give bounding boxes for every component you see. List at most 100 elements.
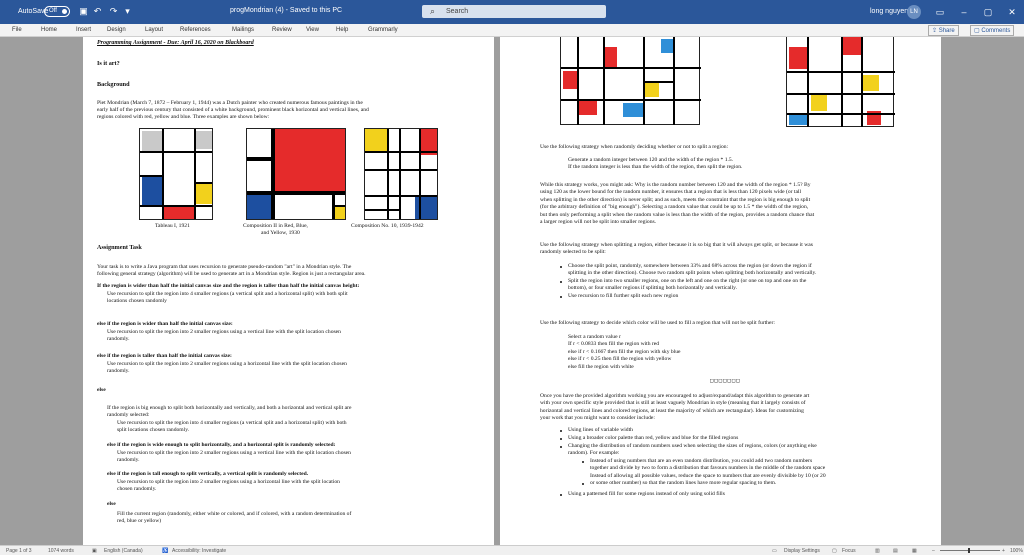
tab-home[interactable]: Home [41,27,57,33]
tab-mailings[interactable]: Mailings [232,27,254,33]
search-input[interactable]: ⌕ Search [422,5,606,18]
accessibility-icon[interactable]: ♿ [162,548,168,554]
document-area[interactable]: Programming Assignment - Due: April 16, … [0,37,1024,545]
caption-tableau: Tableau I, 1921 [155,223,190,229]
sub-bullet-text: or some other number) so that the random… [590,480,777,487]
bullet-icon [560,281,562,283]
display-settings[interactable]: Display Settings [784,548,820,554]
maximize-icon[interactable]: ▢ [980,4,996,20]
intro-line: Use the following strategy when splittin… [540,242,813,248]
page-1[interactable]: Programming Assignment - Due: April 16, … [83,37,494,545]
display-settings-icon[interactable]: ▭ [772,548,777,554]
algorithm-line: else if the region is wider than half th… [97,321,233,327]
algorithm-line: else if the region is wide enough to spl… [107,442,336,448]
background-line: regions colored with red, yellow and blu… [97,114,270,120]
bullet-icon [582,461,584,463]
redo-icon[interactable]: ↷ [108,6,119,17]
minimize-icon[interactable]: – [956,4,972,20]
document-title: progMondrian (4) - Saved to this PC [230,7,343,14]
autosave-toggle[interactable]: Off [44,6,70,17]
search-icon: ⌕ [430,6,436,16]
algorithm-line: randomly. [107,336,130,342]
tab-insert[interactable]: Insert [76,27,91,33]
bullet-text: Using a patterned fill for some regions … [568,491,725,497]
user-name[interactable]: long nguyen [870,8,908,15]
bullet-text: random). For example: [568,450,620,456]
color-code-line: else if r < 0.1667 then fill the region … [568,348,681,355]
focus-mode[interactable]: Focus [842,548,856,554]
customization-line: with your own specific style provided th… [540,400,806,407]
zoom-slider-handle[interactable] [968,548,970,553]
tab-review[interactable]: Review [272,27,292,33]
focus-icon[interactable]: ▢ [832,548,837,554]
caption-composition-ii-year: and Yellow, 1930 [261,230,300,236]
accessibility-status[interactable]: Accessibility: Investigate [172,548,226,554]
bullet-icon [582,483,584,485]
color-code-line: else if r < 0.25 then fill the region wi… [568,356,672,363]
mondrian-image-composition-ii [246,128,346,220]
proofing-icon[interactable]: ▣ [92,548,97,554]
algorithm-line: randomly. [117,457,140,463]
print-layout-icon[interactable]: ▤ [893,548,898,554]
bullet-text: bottom), or four smaller regions if spli… [568,285,737,291]
zoom-slider[interactable] [940,550,1000,551]
bullet-icon [560,430,562,432]
algorithm-line: randomly selected: [107,412,150,418]
bullet-text: splitting in the other direction). Choos… [568,270,817,276]
tab-grammarly[interactable]: Grammarly [368,27,398,33]
language-label[interactable]: English (Canada) [104,548,143,554]
generated-art-example-2 [786,37,895,127]
save-icon[interactable]: ▣ [78,6,89,17]
tab-layout[interactable]: Layout [145,27,163,33]
color-strategy-intro: Use the following strategy to decide whi… [540,320,775,326]
bullet-icon [560,266,562,268]
page-2[interactable]: Use the following strategy when randomly… [500,37,941,545]
generated-art-example-1 [560,37,701,125]
bullet-text: Use recursion to fill further split each… [568,293,679,299]
status-bar: Page 1 of 3 1074 words ▣ English (Canada… [0,545,1024,555]
heading-is-it-art: Is it art? [97,60,120,67]
color-code-line: If r < 0.0833 then fill the region with … [568,341,660,348]
title-bar: AutoSave Off ▣ ↶ ↷ ▾ progMondrian (4) - … [0,0,1024,24]
zoom-out-icon[interactable]: – [932,548,935,554]
algorithm-line: else if the region is tall enough to spl… [107,471,309,477]
ribbon-tabs: File Home Insert Design Layout Reference… [0,24,1024,37]
tab-design[interactable]: Design [107,27,126,33]
tab-file[interactable]: File [12,27,22,33]
read-mode-icon[interactable]: ▥ [875,548,880,554]
explanation-line: using 120 as the lower bound for the ran… [540,189,802,196]
algorithm-line: red, blue or yellow) [117,518,162,524]
heading-background: Background [97,81,130,88]
explanation-line: when splitting in the other direction) i… [540,196,811,203]
ribbon-display-icon[interactable]: ▭ [932,4,948,20]
explanation-line: a larger region will not be split into s… [540,219,657,225]
bullet-icon [560,296,562,298]
share-button[interactable]: ⇪ Share [928,25,959,36]
algorithm-line: locations chosen randomly [107,298,167,304]
assignment-header: Programming Assignment - Due: April 16, … [97,40,254,46]
explanation-line: (for the arbitrary definition of "big en… [540,204,809,211]
tab-references[interactable]: References [180,27,211,33]
bullet-icon [560,446,562,448]
zoom-level[interactable]: 100% [1010,548,1023,554]
customize-toolbar-icon[interactable]: ▾ [122,6,133,17]
avatar[interactable]: LN [907,5,921,19]
tab-view[interactable]: View [306,27,319,33]
undo-icon[interactable]: ↶ [92,6,103,17]
algorithm-line: else [97,387,106,393]
bullet-text: Using lines of variable width [568,427,633,433]
zoom-in-icon[interactable]: + [1002,548,1005,554]
tab-help[interactable]: Help [336,27,348,33]
word-count[interactable]: 1074 words [48,548,74,554]
explanation-line: but then only performing a split when th… [540,211,815,218]
algorithm-line: randomly. [107,368,130,374]
close-icon[interactable]: ✕ [1004,4,1020,20]
page-count[interactable]: Page 1 of 3 [6,548,32,554]
web-layout-icon[interactable]: ▦ [912,548,917,554]
heading-assignment-task: Assignment Task [97,244,142,251]
placeholder-boxes: □□□□□□□ [710,378,741,384]
bullet-icon [560,438,562,440]
comments-button[interactable]: ▢ Comments [970,25,1015,36]
split-code-line: If the random integer is less than the w… [568,164,743,170]
caption-composition-10: Composition No. 10, 1939-1942 [351,223,424,229]
